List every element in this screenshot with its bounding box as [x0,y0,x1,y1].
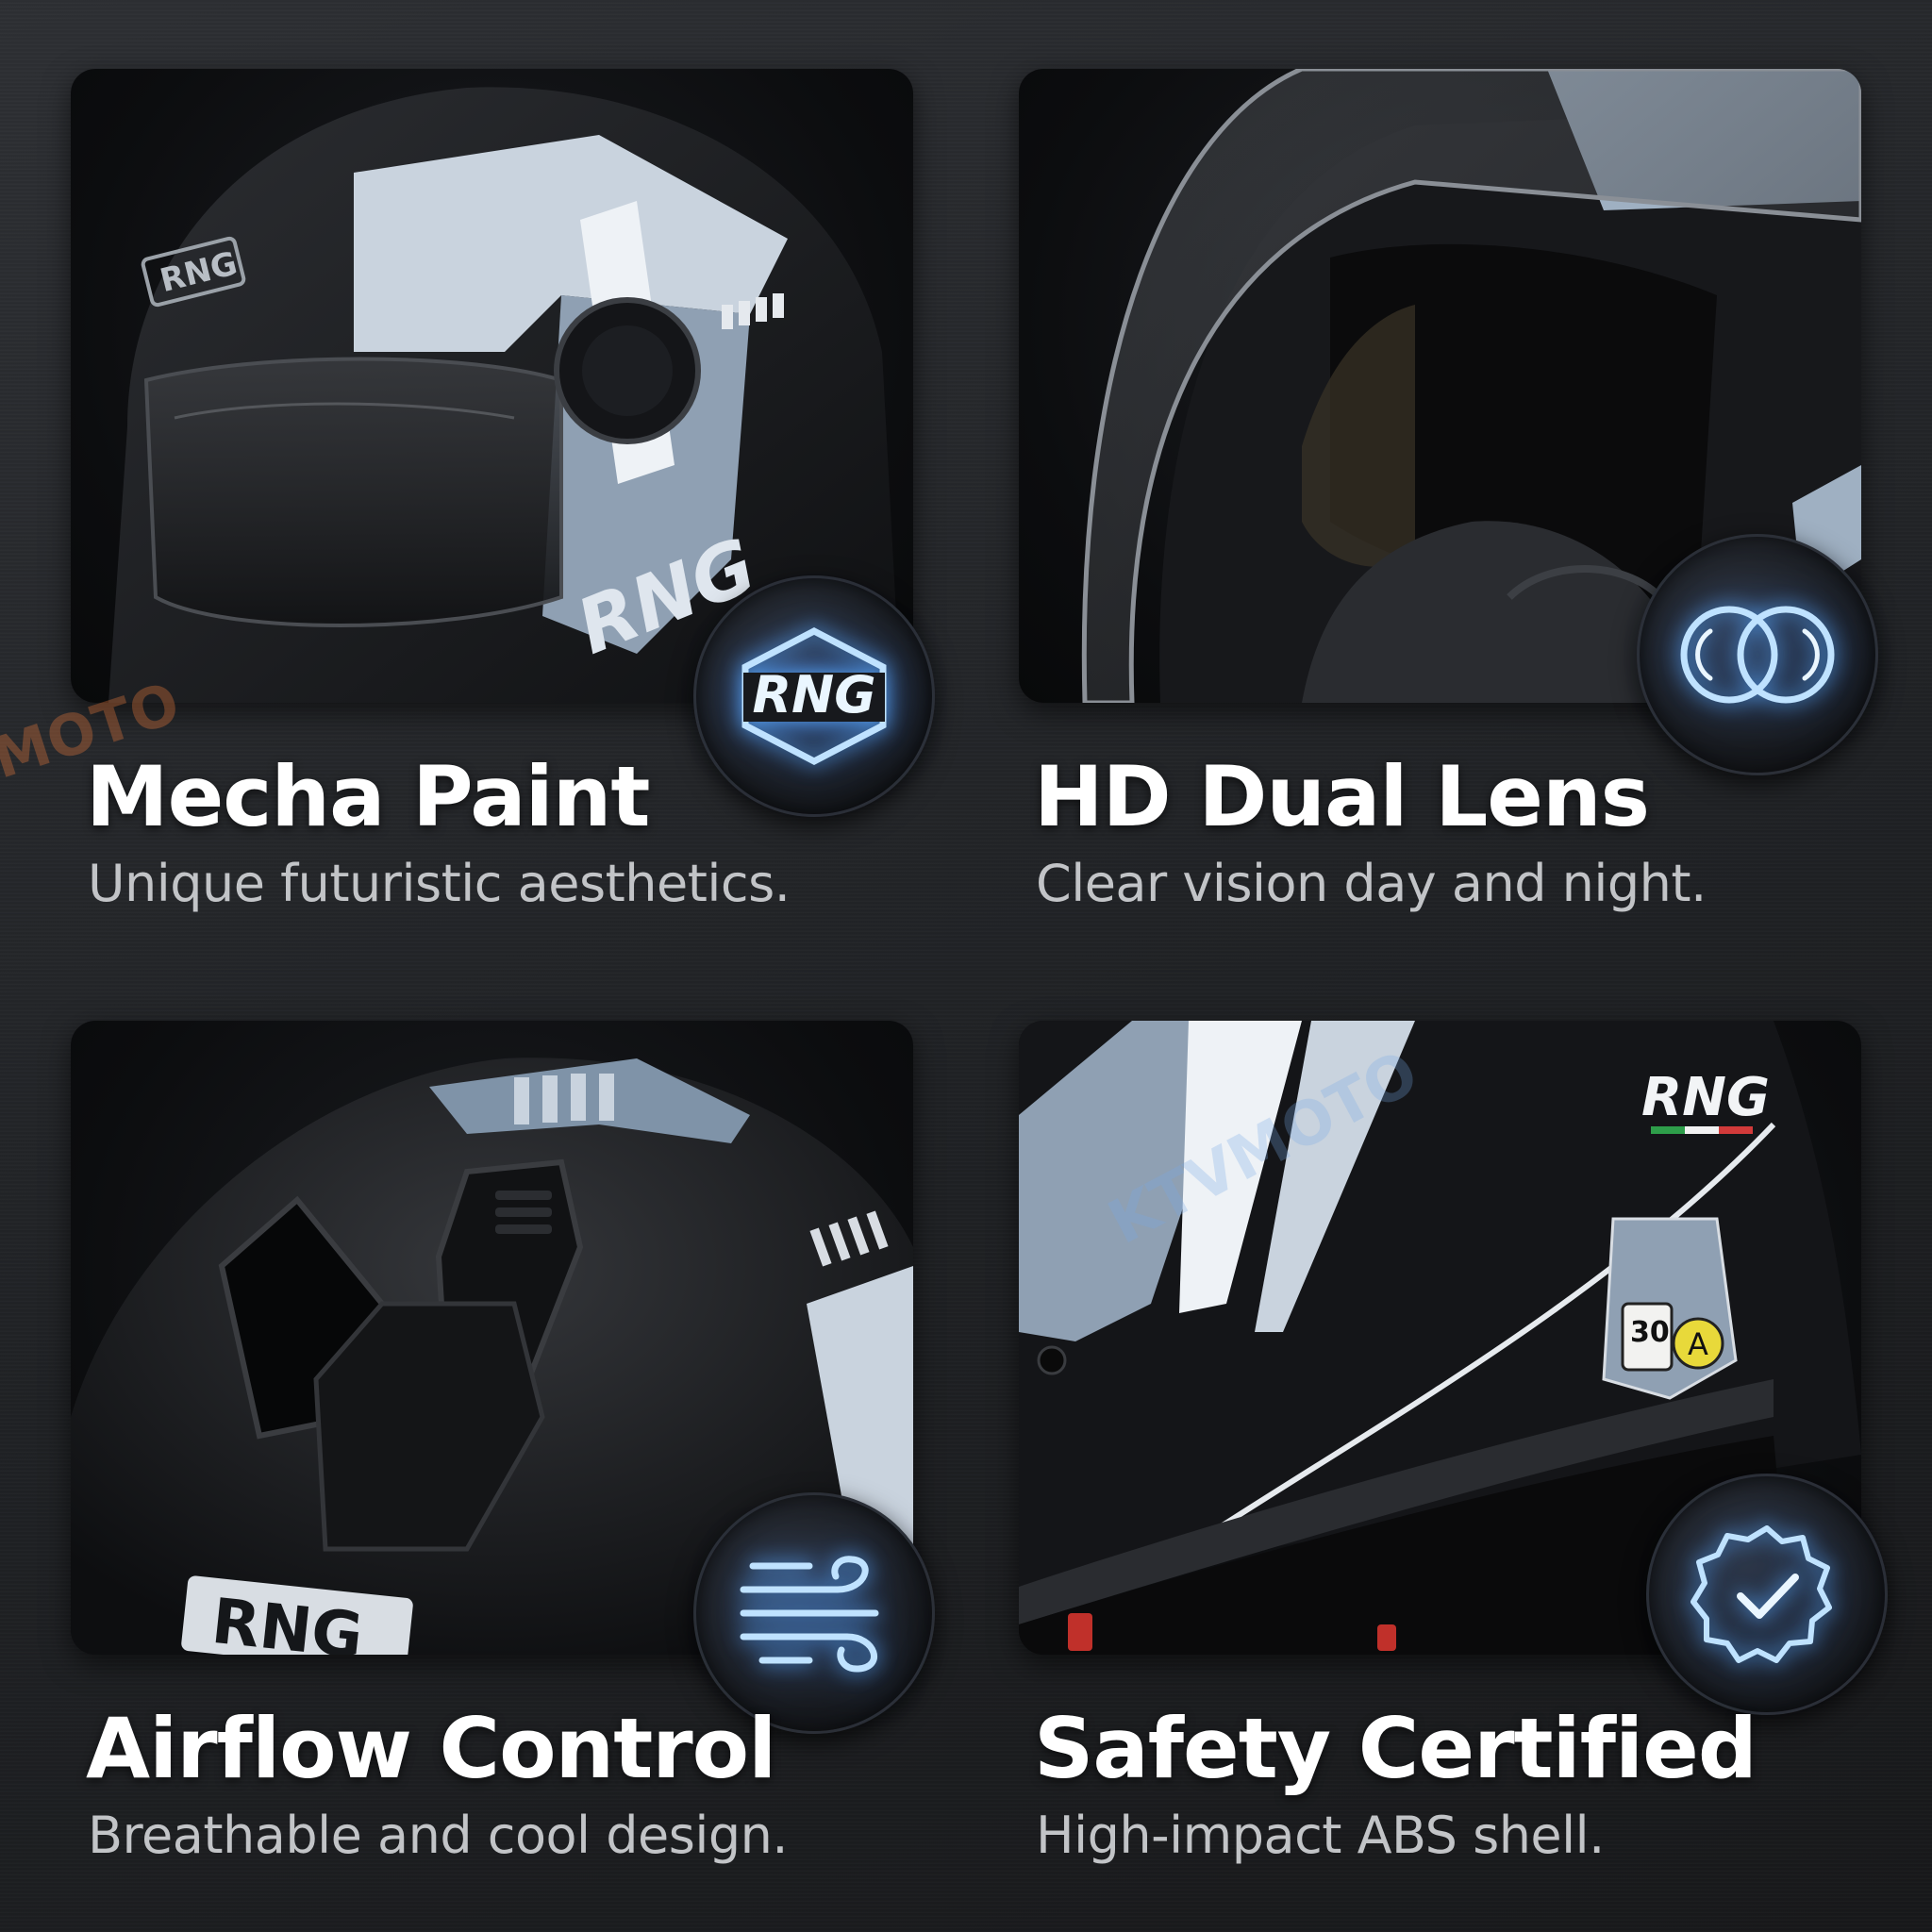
feature-badge: RNG [693,575,935,817]
svg-text:RNG: RNG [752,665,875,724]
feature-card-airflow-control: RNG Airflow Control Breathable and cool … [71,1021,981,1870]
feature-title: HD Dual Lens [1034,748,1650,845]
feature-badge [1637,534,1878,775]
feature-title: Airflow Control [86,1700,776,1797]
svg-text:RNG: RNG [1641,1067,1770,1128]
rng-logo-icon: RNG [741,627,887,765]
dual-lens-icon [1680,606,1835,704]
feature-card-mecha-paint: RNG RNG RNG Mecha Paint Unique futuristi… [71,69,981,918]
feature-card-safety-certified: 30 A RNG Safety Certified High-impact AB… [1019,1021,1929,1870]
wind-icon [740,1556,879,1673]
feature-subtitle: Clear vision day and night. [1036,854,1707,913]
feature-subtitle: High-impact ABS shell. [1036,1806,1605,1865]
feature-subtitle: Unique futuristic aesthetics. [88,854,791,913]
feature-title: Mecha Paint [86,748,650,845]
certified-check-icon [1690,1525,1832,1663]
feature-badge [1646,1474,1888,1715]
feature-card-hd-dual-lens: HD Dual Lens Clear vision day and night. [1019,69,1929,918]
feature-badge [693,1492,935,1734]
svg-text:30: 30 [1630,1316,1670,1349]
svg-text:A: A [1688,1326,1708,1362]
feature-subtitle: Breathable and cool design. [88,1806,789,1865]
feature-title: Safety Certified [1034,1700,1757,1797]
